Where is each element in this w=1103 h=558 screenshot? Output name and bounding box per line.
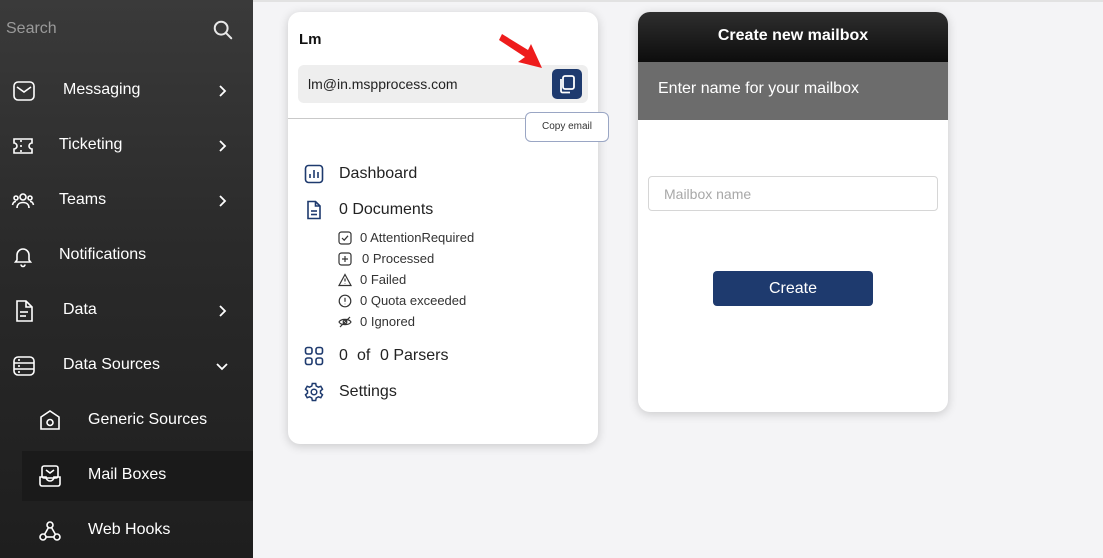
chevron-right-icon	[219, 195, 227, 207]
sidebar-item-teams[interactable]: Teams	[0, 176, 253, 226]
top-border	[253, 0, 1103, 2]
home-hexagon-icon	[40, 410, 60, 430]
sidebar-item-messaging[interactable]: Messaging	[0, 66, 253, 116]
inbox-icon	[39, 465, 61, 487]
sidebar-item-label: Data Sources	[63, 356, 160, 373]
doc-status-label: 0 Quota exceeded	[360, 293, 467, 308]
sidebar-item-label: Generic Sources	[88, 411, 208, 428]
chevron-down-icon	[216, 363, 228, 371]
account-email: lm@in.mspprocess.com	[308, 76, 458, 92]
bell-icon	[13, 248, 33, 268]
chart-bar-icon	[304, 164, 324, 184]
gear-icon	[304, 382, 324, 402]
doc-status-label: 0 AttentionRequired	[360, 230, 475, 245]
plus-square-icon	[338, 252, 352, 266]
create-mailbox-card: Create new mailbox Enter name for your m…	[638, 12, 948, 412]
grid-icon	[304, 346, 324, 366]
webhook-icon	[39, 521, 61, 541]
alert-circle-icon	[338, 294, 352, 308]
document-icon	[307, 200, 321, 220]
sidebar-item-ticketing[interactable]: Ticketing	[0, 121, 253, 171]
sidebar-item-label: Web Hooks	[88, 521, 171, 538]
menu-settings-label: Settings	[339, 383, 397, 400]
server-icon	[13, 356, 35, 376]
sidebar-item-label: Mail Boxes	[88, 466, 167, 483]
chevron-right-icon	[219, 305, 227, 317]
doc-status-label: 0 Processed	[362, 251, 435, 266]
parsers-of: of	[357, 347, 371, 364]
account-name: Lm	[299, 31, 322, 48]
eye-off-icon	[338, 316, 352, 328]
sidebar-item-label: Notifications	[59, 246, 147, 263]
sidebar-item-label: Teams	[59, 191, 107, 208]
search-icon[interactable]	[212, 19, 234, 41]
doc-status-label: 0 Failed	[360, 272, 407, 287]
sidebar-item-label: Messaging	[63, 81, 141, 98]
chevron-right-icon	[219, 140, 227, 152]
sidebar-item-notifications[interactable]: Notifications	[0, 231, 253, 281]
warning-triangle-icon	[338, 273, 352, 287]
chevron-right-icon	[219, 85, 227, 97]
create-mailbox-title: Create new mailbox	[638, 12, 948, 62]
sidebar-item-generic-sources[interactable]: Generic Sources	[0, 396, 253, 446]
search-input[interactable]	[6, 14, 196, 44]
menu-dashboard-label: Dashboard	[339, 165, 418, 182]
parsers-total: 0 Parsers	[380, 347, 449, 364]
check-square-icon	[338, 231, 352, 245]
ticket-icon	[13, 138, 33, 154]
envelope-icon	[13, 81, 35, 101]
sidebar-item-data[interactable]: Data	[0, 286, 253, 336]
sidebar-item-mail-boxes[interactable]: Mail Boxes	[22, 451, 253, 501]
users-icon	[11, 193, 35, 209]
sidebar-item-web-hooks[interactable]: Web Hooks	[0, 506, 253, 556]
sidebar: Messaging Ticketing Teams Notifications …	[0, 0, 253, 558]
sidebar-item-label: Data	[63, 301, 97, 318]
red-arrow-annotation	[499, 34, 542, 68]
mailbox-name-input[interactable]	[648, 176, 938, 211]
create-mailbox-subtitle: Enter name for your mailbox	[638, 62, 948, 120]
account-card: Lm lm@in.mspprocess.com Copy email Dashb…	[288, 12, 609, 444]
sidebar-item-label: Ticketing	[59, 136, 123, 153]
create-button[interactable]: Create	[713, 271, 873, 306]
menu-documents-label: 0 Documents	[339, 201, 434, 218]
copy-icon	[560, 75, 575, 94]
copy-email-button[interactable]	[552, 69, 582, 99]
file-icon	[16, 300, 33, 322]
parsers-count: 0	[339, 347, 348, 364]
sidebar-item-data-sources[interactable]: Data Sources	[0, 341, 253, 391]
copy-email-tooltip: Copy email	[525, 112, 609, 142]
doc-status-label: 0 Ignored	[360, 314, 415, 329]
sidebar-search	[0, 0, 253, 60]
